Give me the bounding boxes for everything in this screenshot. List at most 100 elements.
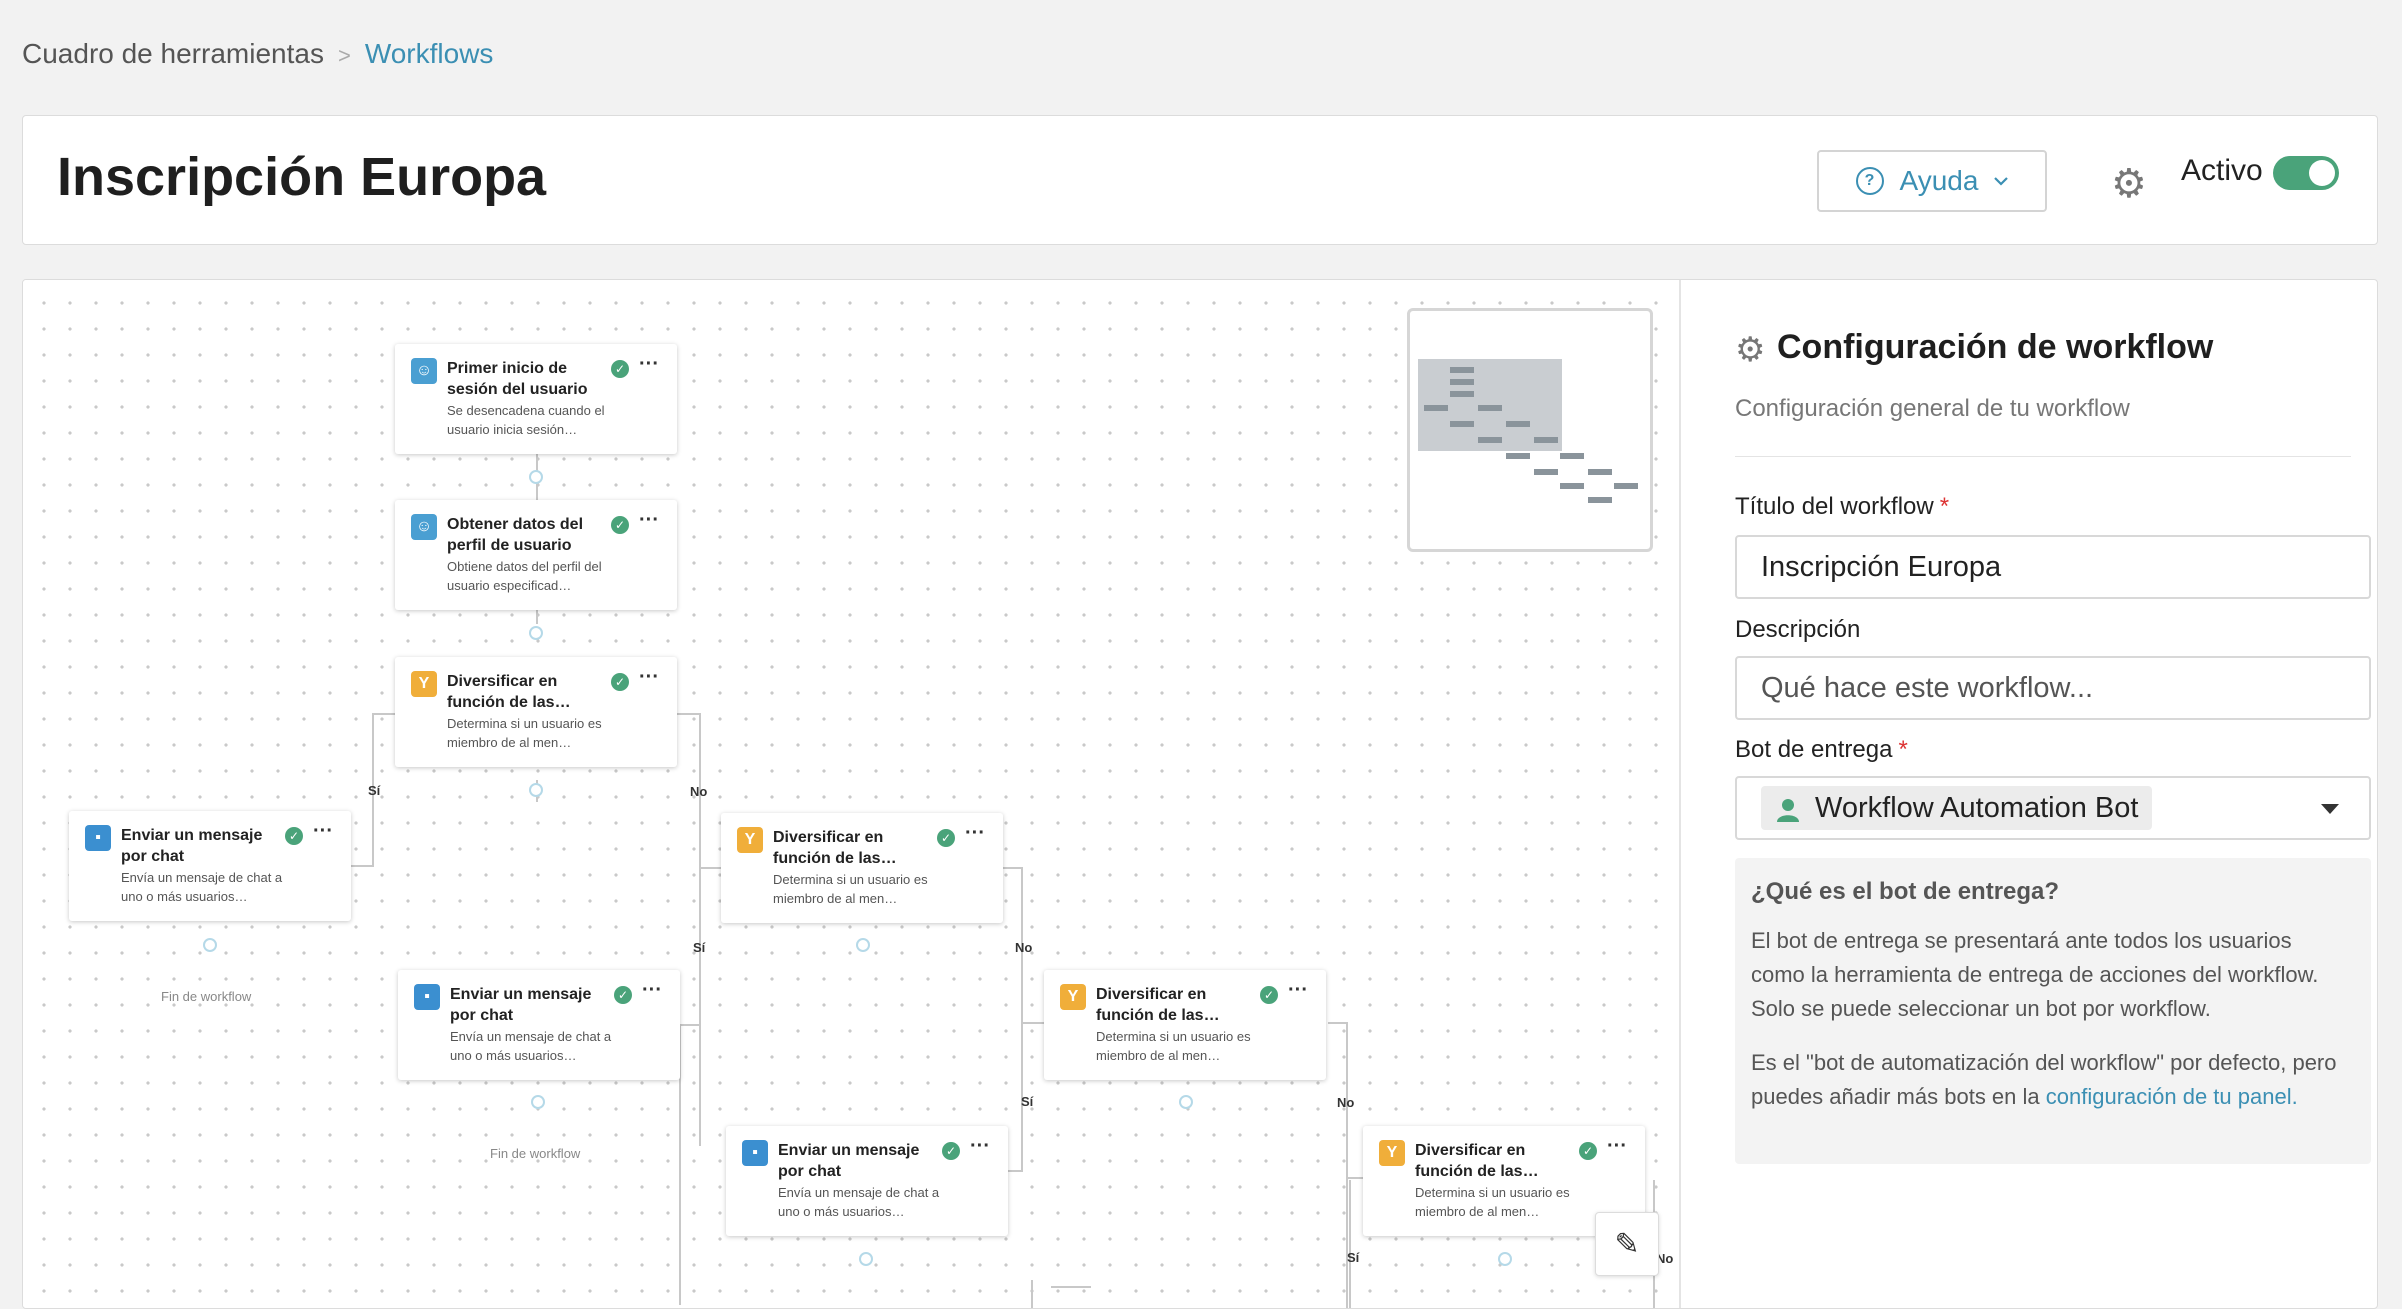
info-box: ¿Qué es el bot de entrega? El bot de ent… xyxy=(1735,858,2371,1164)
add-step-button[interactable] xyxy=(1179,1095,1193,1109)
add-step-button[interactable] xyxy=(1498,1252,1512,1266)
minimap-preview xyxy=(1418,359,1638,503)
connector-line xyxy=(1003,867,1023,869)
workflow-node-trigger[interactable]: ☺ Primer inicio de sesión del usuario Se… xyxy=(395,344,677,454)
header-card: Inscripción Europa ? Ayuda ⚙ Activo xyxy=(22,115,2378,245)
add-step-button[interactable] xyxy=(531,1095,545,1109)
check-icon: ✓ xyxy=(611,516,629,534)
more-options-icon[interactable]: ··· xyxy=(639,353,659,376)
node-description: Envía un mensaje de chat a uno o más usu… xyxy=(778,1185,940,1219)
connector-line xyxy=(1021,1022,1045,1024)
workflow-title-input[interactable] xyxy=(1735,535,2371,599)
description-input[interactable] xyxy=(1735,656,2371,720)
more-options-icon[interactable]: ··· xyxy=(1288,979,1308,1002)
more-options-icon[interactable]: ··· xyxy=(313,820,333,843)
delivery-bot-select[interactable]: Workflow Automation Bot xyxy=(1735,776,2371,840)
workflow-node[interactable]: ▪ Enviar un mensaje por chat Envía un me… xyxy=(398,970,680,1080)
end-of-workflow-label: Fin de workflow xyxy=(490,1146,581,1161)
branch-yes-label: Sí xyxy=(1347,1250,1360,1265)
branch-no-label: No xyxy=(1337,1095,1355,1110)
description-label: Descripción xyxy=(1735,616,1861,643)
breadcrumb: Cuadro de herramientas > Workflows xyxy=(22,38,493,70)
info-title: ¿Qué es el bot de entrega? xyxy=(1751,878,2060,905)
check-icon: ✓ xyxy=(611,673,629,691)
workflow-title-label-text: Título del workflow xyxy=(1735,493,1934,520)
workflow-node[interactable]: Y Diversificar en función de las… Determ… xyxy=(721,813,1003,923)
bot-name: Workflow Automation Bot xyxy=(1815,792,2139,824)
add-step-button[interactable] xyxy=(859,1252,873,1266)
add-step-button[interactable] xyxy=(856,938,870,952)
connector-line xyxy=(1349,1180,1351,1308)
magic-wand-icon: ✎ xyxy=(1614,1227,1640,1261)
branch-no-label: No xyxy=(690,784,708,799)
breadcrumb-separator: > xyxy=(337,43,351,68)
connector-line xyxy=(1031,1280,1033,1308)
workflow-editor: Sí No Sí No Sí No Sí No Fin de workflow … xyxy=(22,279,2378,1309)
workflow-node[interactable]: Y Diversificar en función de las… Determ… xyxy=(1044,970,1326,1080)
add-step-button[interactable] xyxy=(529,783,543,797)
chat-icon: ▪ xyxy=(414,984,440,1010)
settings-gear-icon[interactable]: ⚙ xyxy=(2111,161,2147,207)
workflow-node[interactable]: ☺ Obtener datos del perfil de usuario Ob… xyxy=(395,500,677,610)
breadcrumb-current[interactable]: Workflows xyxy=(365,38,494,69)
node-title: Diversificar en función de las… xyxy=(1096,986,1220,1024)
required-mark: * xyxy=(1939,493,1950,520)
node-description: Envía un mensaje de chat a uno o más usu… xyxy=(450,1029,612,1063)
connector-line xyxy=(351,865,374,867)
active-label: Activo xyxy=(2181,154,2263,187)
required-mark: * xyxy=(1898,736,1908,763)
chat-icon: ▪ xyxy=(742,1140,768,1166)
chat-icon: ▪ xyxy=(85,825,111,851)
branch-icon: Y xyxy=(737,827,763,853)
help-button[interactable]: ? Ayuda xyxy=(1817,150,2047,212)
help-label: Ayuda xyxy=(1899,165,1979,196)
workflow-node[interactable]: Y Diversificar en función de las… Determ… xyxy=(395,657,677,767)
more-options-icon[interactable]: ··· xyxy=(639,666,659,689)
panel-settings-link[interactable]: configuración de tu panel. xyxy=(2046,1084,2298,1109)
bot-avatar-icon xyxy=(1777,799,1799,822)
more-options-icon[interactable]: ··· xyxy=(642,979,662,1002)
node-title: Enviar un mensaje por chat xyxy=(121,827,263,865)
info-paragraph: El bot de entrega se presentará ante tod… xyxy=(1751,928,2319,1021)
more-options-icon[interactable]: ··· xyxy=(1607,1135,1627,1158)
node-description: Se desencadena cuando el usuario inicia … xyxy=(447,403,605,437)
workflow-node[interactable]: ▪ Enviar un mensaje por chat Envía un me… xyxy=(69,811,351,921)
bot-chip: Workflow Automation Bot xyxy=(1761,786,2153,830)
auto-layout-wand-button[interactable]: ✎ xyxy=(1595,1212,1659,1276)
minimap[interactable] xyxy=(1407,308,1653,552)
help-circle-icon: ? xyxy=(1855,167,1884,195)
workflow-node[interactable]: ▪ Enviar un mensaje por chat Envía un me… xyxy=(726,1126,1008,1236)
more-options-icon[interactable]: ··· xyxy=(970,1135,990,1158)
user-icon: ☺ xyxy=(411,514,437,540)
connector-line xyxy=(680,1024,700,1026)
active-toggle[interactable] xyxy=(2273,156,2339,190)
workflow-canvas[interactable]: Sí No Sí No Sí No Sí No Fin de workflow … xyxy=(23,280,1679,1308)
check-icon: ✓ xyxy=(937,829,955,847)
connector-line xyxy=(676,713,700,715)
workflow-title-label: Título del workflow * xyxy=(1735,493,1949,521)
node-title: Diversificar en función de las… xyxy=(773,829,897,867)
check-icon: ✓ xyxy=(1579,1142,1597,1160)
panel-divider xyxy=(1679,280,1681,1308)
check-icon: ✓ xyxy=(611,360,629,378)
chevron-down-icon xyxy=(1994,177,2009,186)
node-description: Obtiene datos del perfil del usuario esp… xyxy=(447,559,602,593)
page-title: Inscripción Europa xyxy=(57,147,547,207)
breadcrumb-root[interactable]: Cuadro de herramientas xyxy=(22,38,324,69)
add-step-button[interactable] xyxy=(529,470,543,484)
node-description: Determina si un usuario es miembro de al… xyxy=(773,872,928,906)
info-paragraph: Es el "bot de automatización del workflo… xyxy=(1751,1046,2351,1114)
node-title: Primer inicio de sesión del usuario xyxy=(447,360,588,398)
node-title: Enviar un mensaje por chat xyxy=(778,1142,920,1180)
end-of-workflow-label: Fin de workflow xyxy=(161,989,252,1004)
node-description: Envía un mensaje de chat a uno o más usu… xyxy=(121,870,283,904)
more-options-icon[interactable]: ··· xyxy=(965,822,985,845)
node-title: Enviar un mensaje por chat xyxy=(450,986,592,1024)
node-title: Obtener datos del perfil de usuario xyxy=(447,516,584,554)
more-options-icon[interactable]: ··· xyxy=(639,509,659,532)
delivery-bot-label: Bot de entrega * xyxy=(1735,736,1908,764)
branch-yes-label: Sí xyxy=(1021,1094,1034,1109)
branch-yes-label: Sí xyxy=(693,940,706,955)
add-step-button[interactable] xyxy=(529,626,543,640)
add-step-button[interactable] xyxy=(203,938,217,952)
